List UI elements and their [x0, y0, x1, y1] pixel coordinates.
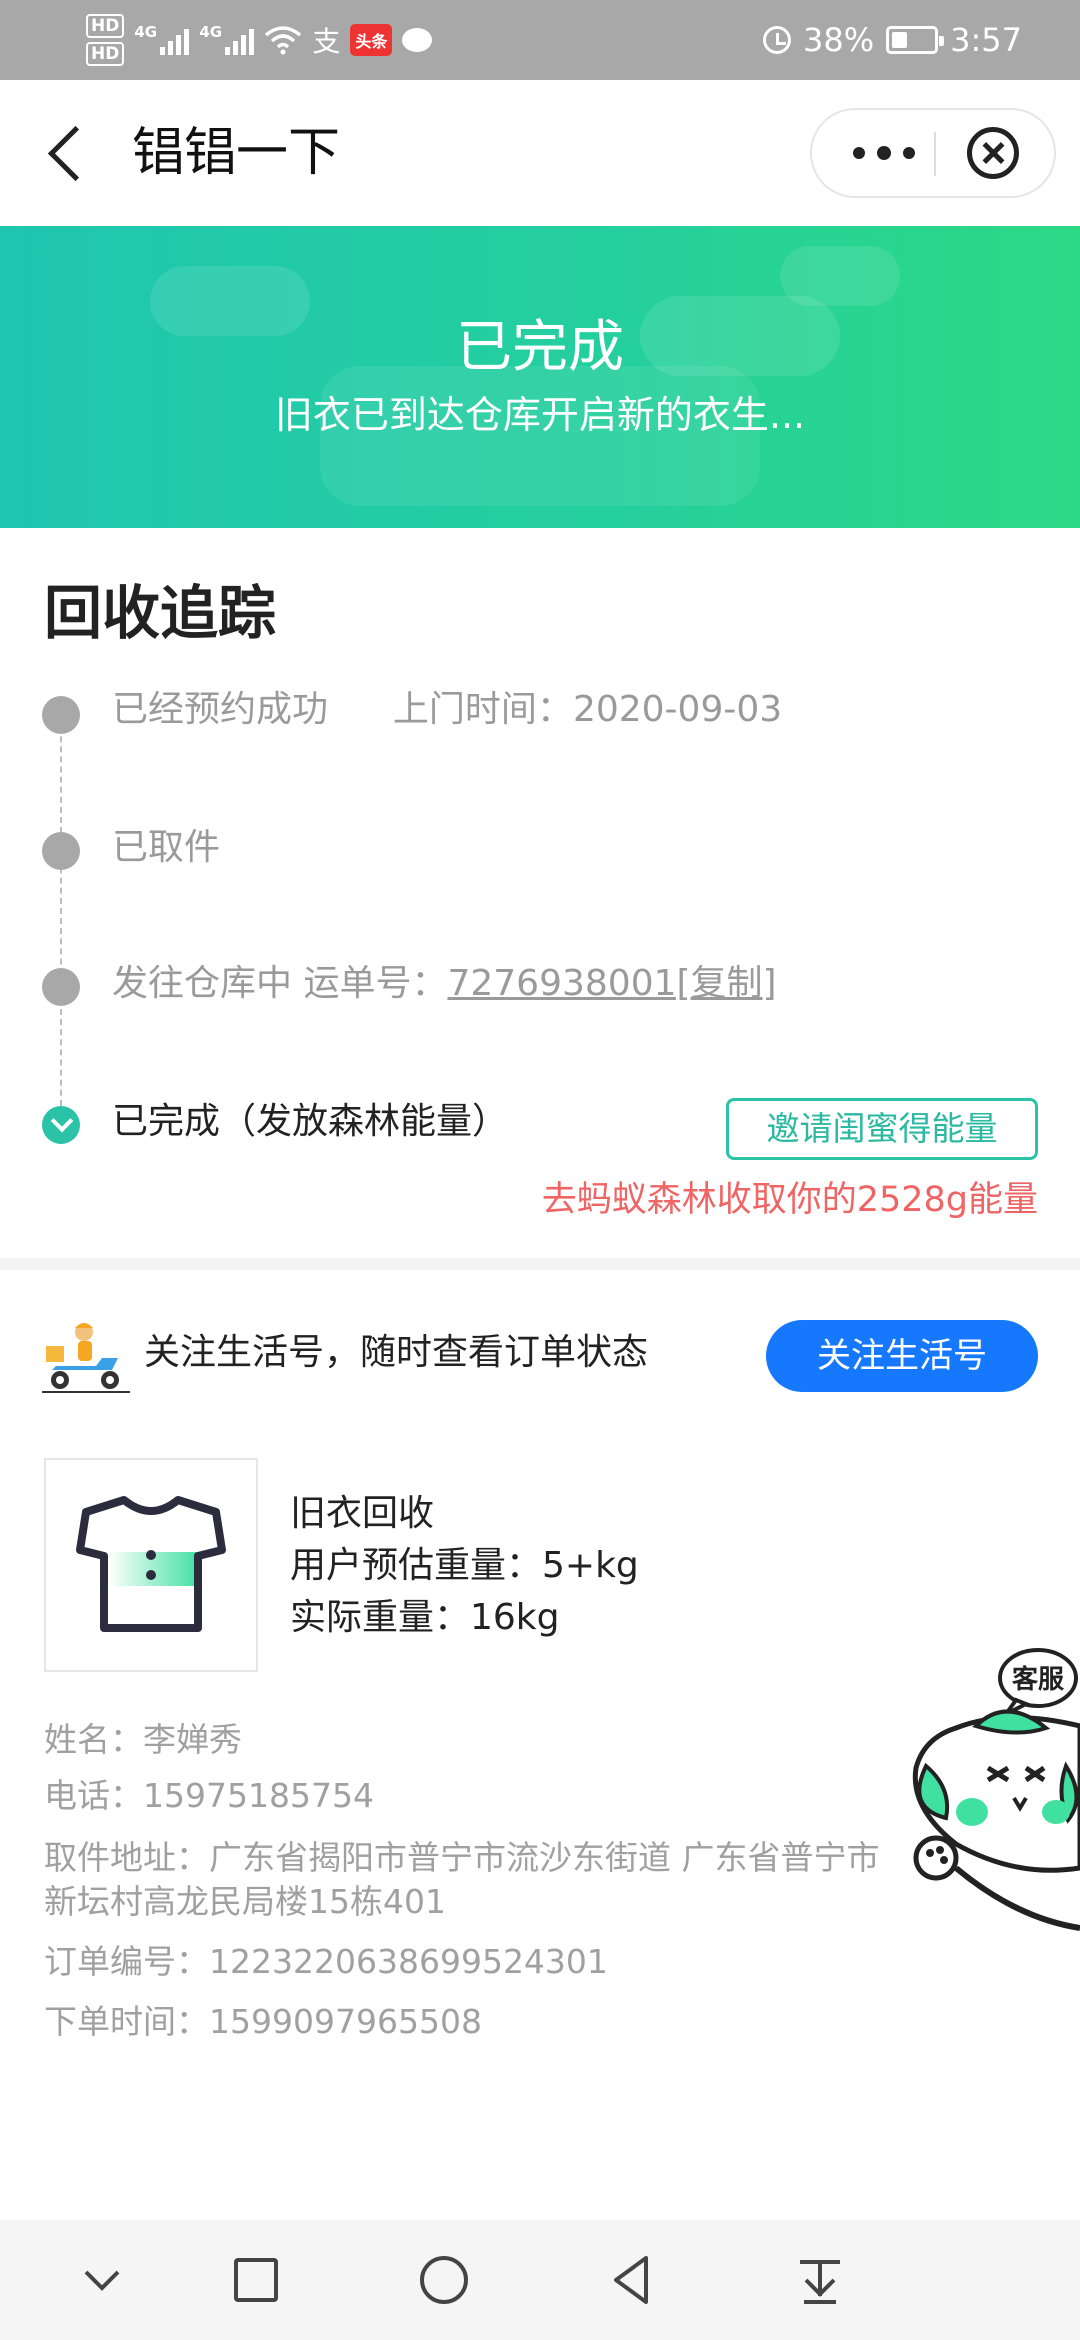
follow-lifeaccount-button[interactable]: 关注生活号 [766, 1320, 1038, 1392]
waybill-copy-link[interactable]: 7276938001[复制] [447, 963, 776, 1004]
more-dots-icon[interactable] [844, 110, 924, 196]
order-number: 订单编号：122322063869952430​1 [44, 1942, 608, 1981]
section-divider [0, 1258, 1080, 1270]
banner-title: 已完成 [456, 315, 624, 380]
estimated-weight: 用户预估重量：5+kg [290, 1545, 639, 1586]
timeline-dot [42, 832, 80, 870]
battery-percent: 38% [803, 21, 875, 59]
tracking-title: 回收追踪 [44, 579, 277, 647]
visit-time-label: 上门时间： [392, 689, 573, 730]
nav-bar: 锠锠一下 [0, 80, 1080, 226]
home-circle-icon[interactable] [414, 2250, 474, 2310]
hd-badge-top: HD [86, 14, 125, 38]
system-nav-bar [0, 2220, 1080, 2340]
network-type-2: 4G [199, 23, 223, 41]
pickup-address-line2: 新坛村高龙民局楼15栋401 [44, 1882, 446, 1921]
product-details: 旧衣回收 用户预估重量：5+kg 实际重量：16kg [290, 1488, 639, 1644]
timeline-step-booked: 已经预约成功 上门时间：2020-09-03 [112, 686, 782, 734]
step-label: 已经预约成功 [112, 689, 329, 730]
miniapp-capsule [810, 108, 1056, 198]
product-thumbnail [44, 1458, 258, 1672]
network-type-1: 4G [134, 23, 158, 41]
clock: 3:57 [950, 21, 1022, 59]
status-left-icons: HD HD 4G 4G 支 头条 [86, 10, 433, 70]
signal-icon-2: 4G [199, 23, 255, 55]
visit-time-value: 2020-09-03 [572, 689, 783, 730]
customer-name: 姓名：李婵秀 [44, 1720, 242, 1759]
close-circle-icon[interactable] [967, 127, 1019, 179]
step-label: 发往仓库中 运单号： [112, 963, 448, 1004]
timeline-line [60, 716, 62, 1116]
toutiao-icon: 头条 [350, 24, 393, 56]
status-right-icons: 38% 3:57 [763, 0, 1022, 80]
notification-pulldown-icon[interactable] [790, 2250, 850, 2310]
alarm-icon [763, 26, 792, 54]
battery-icon [886, 26, 945, 54]
customer-service-label: 客服 [1012, 1664, 1065, 1695]
tshirt-icon [76, 1496, 226, 1632]
product-name: 旧衣回收 [290, 1493, 435, 1534]
timeline-step-completed: 已完成（发放森林能量） [112, 1101, 509, 1142]
banner-subtitle: 旧衣已到达仓库开启新的衣生... [274, 393, 806, 437]
pickup-address-line1: 取件地址：广东省揭阳市普宁市流沙东街道 广东省普宁市 [44, 1838, 880, 1877]
energy-link[interactable]: 去蚂蚁森林收取你的2528g能量 [542, 1176, 1038, 1224]
follow-tip: 关注生活号，随时查看订单状态 [144, 1332, 649, 1373]
order-time: 下单时间：1599097965508 [44, 2002, 482, 2041]
actual-weight: 实际重量：16kg [290, 1597, 560, 1638]
scooter-courier-icon [42, 1323, 130, 1393]
recent-apps-square-icon[interactable] [226, 2250, 286, 2310]
hd-indicators: HD HD [86, 14, 125, 66]
timeline-dot [42, 968, 80, 1006]
invite-friend-button[interactable]: 邀请闺蜜得能量 [726, 1098, 1038, 1160]
capsule-divider [934, 132, 936, 176]
hd-badge-bottom: HD [86, 42, 125, 66]
back-triangle-icon[interactable] [602, 2250, 662, 2310]
timeline-step-shipping: 发往仓库中 运单号：7276938001[复制] [112, 960, 777, 1008]
customer-phone: 电话：15975185754 [44, 1776, 374, 1815]
status-banner: 已完成 旧衣已到达仓库开启新的衣生... [0, 226, 1080, 528]
alipay-icon: 支 [312, 25, 341, 58]
message-bubble-icon [402, 28, 433, 52]
signal-icon-1: 4G [134, 23, 190, 55]
status-bar: HD HD 4G 4G 支 头条 38% 3:57 [0, 0, 1080, 80]
back-arrow-icon[interactable] [40, 120, 100, 186]
page-title: 锠锠一下 [132, 123, 341, 183]
check-circle-icon [42, 1106, 80, 1144]
customer-service-mascot[interactable]: 客服 [896, 1648, 1080, 1944]
timeline-step-picked: 已取件 [112, 827, 221, 868]
chevron-down-icon[interactable] [72, 2250, 132, 2310]
wifi-icon [265, 26, 302, 55]
timeline-dot [42, 696, 80, 734]
